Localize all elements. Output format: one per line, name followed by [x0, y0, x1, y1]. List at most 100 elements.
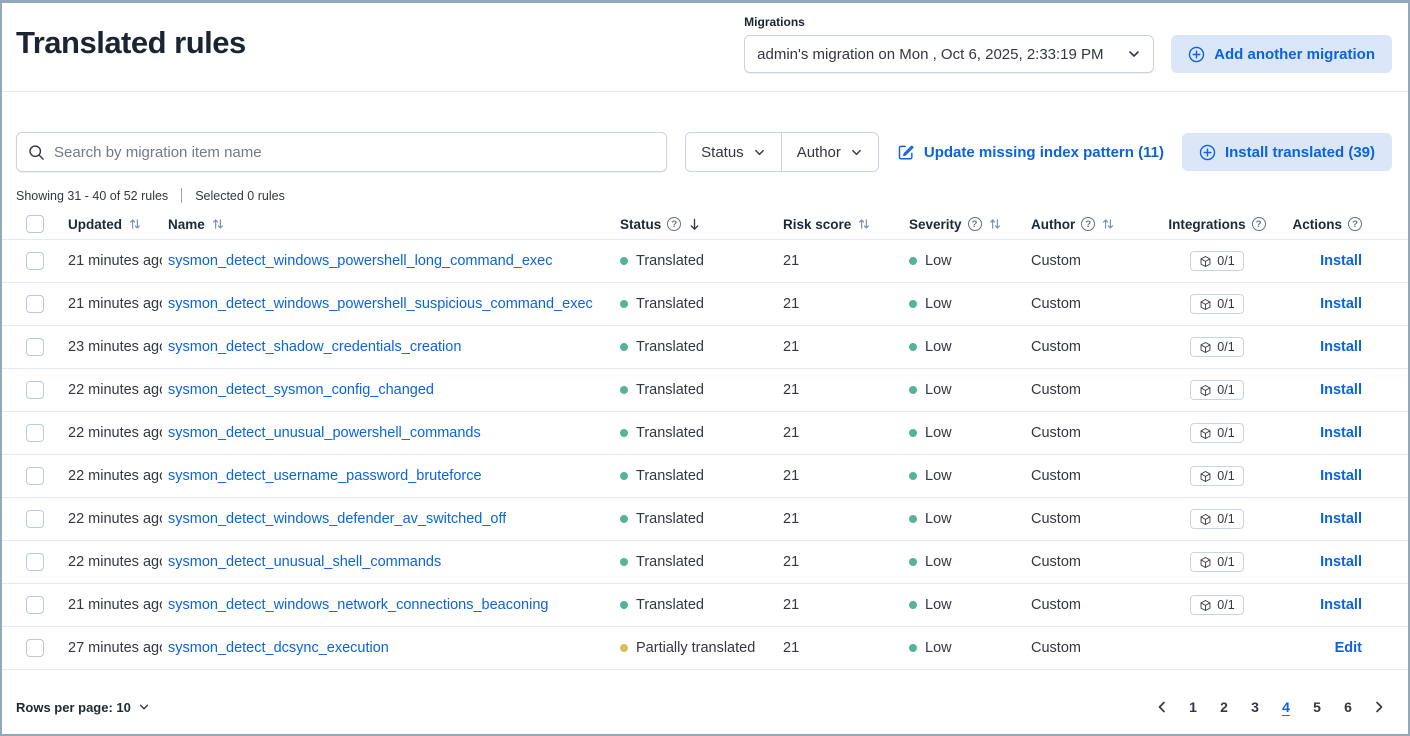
row-checkbox[interactable]: [26, 596, 44, 614]
page-number-4[interactable]: 4: [1274, 695, 1298, 719]
row-checkbox[interactable]: [26, 467, 44, 485]
rule-name-link[interactable]: sysmon_detect_unusual_powershell_command…: [168, 425, 481, 441]
sort-arrows-icon: [128, 217, 142, 231]
rule-name-link[interactable]: sysmon_detect_windows_defender_av_switch…: [168, 511, 506, 527]
page-number-2[interactable]: 2: [1212, 695, 1236, 719]
chevron-down-icon: [1127, 47, 1141, 61]
integrations-badge[interactable]: 0/1: [1190, 294, 1243, 314]
page-number-1[interactable]: 1: [1181, 695, 1205, 719]
integrations-badge[interactable]: 0/1: [1190, 552, 1243, 572]
search-input[interactable]: [17, 133, 666, 171]
row-checkbox[interactable]: [26, 295, 44, 313]
updated-cell: 21 minutes ago: [68, 253, 162, 269]
migration-select[interactable]: admin's migration on Mon , Oct 6, 2025, …: [744, 35, 1154, 73]
rows-per-page-button[interactable]: Rows per page: 10: [16, 700, 150, 715]
row-action-link[interactable]: Install: [1320, 296, 1362, 312]
row-checkbox[interactable]: [26, 424, 44, 442]
status-dot: [620, 429, 628, 437]
integrations-badge[interactable]: 0/1: [1190, 380, 1243, 400]
integrations-badge[interactable]: 0/1: [1190, 337, 1243, 357]
integrations-badge[interactable]: 0/1: [1190, 251, 1243, 271]
page-header: Translated rules Migrations admin's migr…: [2, 3, 1408, 91]
install-translated-button[interactable]: Install translated (39): [1182, 133, 1392, 171]
column-header-integrations[interactable]: Integrations ?: [1155, 217, 1273, 232]
row-checkbox[interactable]: [26, 510, 44, 528]
author-filter-button[interactable]: Author: [781, 133, 878, 171]
row-action-link[interactable]: Install: [1320, 511, 1362, 527]
author-cell: Custom: [1031, 554, 1081, 570]
row-action-link[interactable]: Edit: [1335, 640, 1362, 656]
row-checkbox[interactable]: [26, 252, 44, 270]
previous-page-button[interactable]: [1151, 696, 1173, 718]
question-mark-icon[interactable]: ?: [968, 217, 982, 231]
status-cell: Translated: [636, 296, 704, 312]
severity-dot: [909, 386, 917, 394]
status-dot: [620, 300, 628, 308]
updated-cell: 22 minutes ago: [68, 468, 162, 484]
column-header-name[interactable]: Name: [162, 217, 614, 232]
status-cell: Translated: [636, 554, 704, 570]
row-checkbox[interactable]: [26, 553, 44, 571]
row-action-link[interactable]: Install: [1320, 425, 1362, 441]
question-mark-icon[interactable]: ?: [1081, 217, 1095, 231]
integrations-badge[interactable]: 0/1: [1190, 509, 1243, 529]
page-number-5[interactable]: 5: [1305, 695, 1329, 719]
rule-name-link[interactable]: sysmon_detect_windows_powershell_suspici…: [168, 296, 593, 312]
rule-name-link[interactable]: sysmon_detect_windows_network_connection…: [168, 597, 548, 613]
sort-arrows-icon: [211, 217, 225, 231]
update-index-pattern-button[interactable]: Update missing index pattern (11): [897, 143, 1164, 161]
rule-name-link[interactable]: sysmon_detect_dcsync_execution: [168, 640, 389, 656]
severity-dot: [909, 558, 917, 566]
row-action-link[interactable]: Install: [1320, 597, 1362, 613]
row-action-link[interactable]: Install: [1320, 554, 1362, 570]
table-row: 22 minutes ago sysmon_detect_unusual_she…: [2, 541, 1408, 584]
rule-name-link[interactable]: sysmon_detect_shadow_credentials_creatio…: [168, 339, 461, 355]
column-header-actions[interactable]: Actions ?: [1273, 217, 1408, 232]
column-header-severity[interactable]: Severity ?: [903, 217, 1025, 232]
integrations-badge[interactable]: 0/1: [1190, 595, 1243, 615]
package-icon: [1199, 298, 1212, 311]
status-cell: Translated: [636, 468, 704, 484]
updated-cell: 27 minutes ago: [68, 640, 162, 656]
table-body: 21 minutes ago sysmon_detect_windows_pow…: [2, 240, 1408, 670]
add-migration-button[interactable]: Add another migration: [1171, 35, 1392, 73]
column-header-updated[interactable]: Updated: [62, 217, 162, 232]
page-number-6[interactable]: 6: [1336, 695, 1360, 719]
row-action-link[interactable]: Install: [1320, 382, 1362, 398]
column-label-name: Name: [168, 217, 205, 232]
column-label-severity: Severity: [909, 217, 962, 232]
rule-name-link[interactable]: sysmon_detect_sysmon_config_changed: [168, 382, 434, 398]
column-header-author[interactable]: Author ?: [1025, 217, 1155, 232]
plus-circle-icon: [1199, 144, 1216, 161]
page-title: Translated rules: [16, 25, 246, 91]
rule-name-link[interactable]: sysmon_detect_unusual_shell_commands: [168, 554, 441, 570]
severity-cell: Low: [925, 554, 952, 570]
column-header-risk-score[interactable]: Risk score: [777, 217, 903, 232]
select-all-checkbox[interactable]: [26, 215, 44, 233]
integrations-count: 0/1: [1217, 512, 1234, 526]
status-dot: [620, 257, 628, 265]
severity-cell: Low: [925, 425, 952, 441]
integrations-badge[interactable]: 0/1: [1190, 466, 1243, 486]
row-action-link[interactable]: Install: [1320, 253, 1362, 269]
rule-name-link[interactable]: sysmon_detect_username_password_brutefor…: [168, 468, 482, 484]
severity-dot: [909, 429, 917, 437]
row-checkbox[interactable]: [26, 381, 44, 399]
row-action-link[interactable]: Install: [1320, 339, 1362, 355]
question-mark-icon[interactable]: ?: [1252, 217, 1266, 231]
page-number-3[interactable]: 3: [1243, 695, 1267, 719]
next-page-button[interactable]: [1368, 696, 1390, 718]
plus-circle-icon: [1188, 46, 1205, 63]
row-checkbox[interactable]: [26, 639, 44, 657]
arrow-down-icon: [687, 217, 702, 232]
status-filter-button[interactable]: Status: [686, 133, 781, 171]
sort-arrows-icon: [988, 217, 1002, 231]
rule-name-link[interactable]: sysmon_detect_windows_powershell_long_co…: [168, 253, 552, 269]
question-mark-icon[interactable]: ?: [667, 217, 681, 231]
question-mark-icon[interactable]: ?: [1348, 217, 1362, 231]
column-header-status[interactable]: Status ?: [614, 217, 777, 232]
integrations-badge[interactable]: 0/1: [1190, 423, 1243, 443]
row-checkbox[interactable]: [26, 338, 44, 356]
row-action-link[interactable]: Install: [1320, 468, 1362, 484]
sort-arrows-icon: [1101, 217, 1115, 231]
